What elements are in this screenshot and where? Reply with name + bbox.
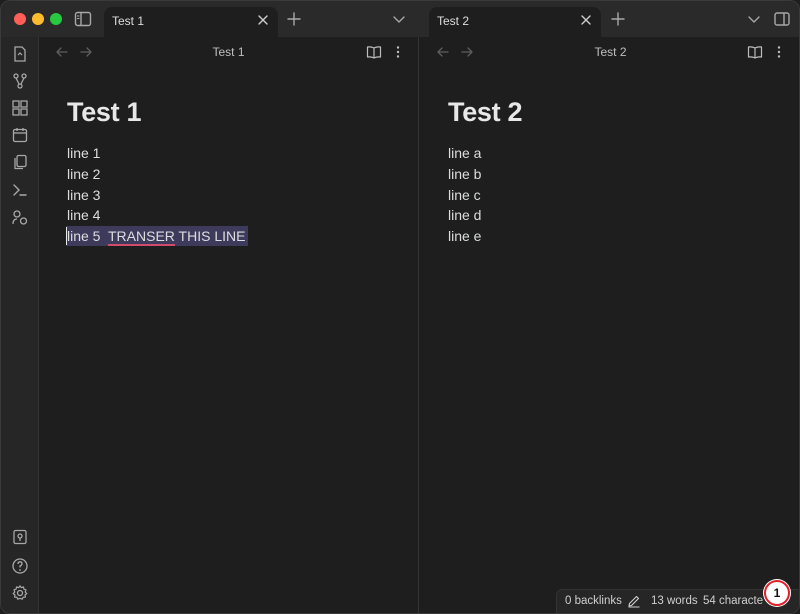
word-count: 13 words bbox=[651, 595, 698, 607]
tab-list-button[interactable] bbox=[745, 10, 763, 28]
backlinks-count[interactable]: 0 backlinks bbox=[565, 595, 622, 607]
text-line[interactable]: line 1 bbox=[67, 143, 100, 163]
selected-text-suffix: THIS LINE bbox=[174, 228, 246, 244]
right-sidebar-toggle[interactable] bbox=[773, 10, 791, 28]
chevron-down-icon bbox=[393, 16, 405, 23]
app-window: Test 1 Test 2 Test 1 Test 1 line 1 line … bbox=[0, 0, 800, 614]
tab-label: Test 2 bbox=[437, 14, 470, 28]
copy-icon[interactable] bbox=[11, 153, 29, 171]
settings-icon[interactable] bbox=[11, 584, 29, 602]
chevron-down-icon bbox=[748, 16, 760, 23]
pencil-icon[interactable] bbox=[627, 594, 641, 608]
close-icon[interactable] bbox=[256, 13, 270, 27]
plus-icon bbox=[611, 12, 625, 26]
selected-text-line[interactable]: line 5 TRANSER THIS LINE bbox=[66, 226, 249, 246]
canvas-icon[interactable] bbox=[11, 99, 29, 117]
book-icon[interactable] bbox=[747, 44, 763, 60]
text-line[interactable]: line 4 bbox=[67, 205, 100, 225]
misspelled-word[interactable]: TRANSER bbox=[108, 228, 175, 246]
text-line[interactable]: line e bbox=[448, 226, 481, 246]
close-window-button[interactable] bbox=[14, 13, 26, 25]
selected-text-prefix: line 5 bbox=[67, 228, 108, 244]
new-tab-button[interactable] bbox=[285, 10, 303, 28]
right-sidebar-icon bbox=[774, 12, 790, 26]
tab-test-2[interactable]: Test 2 bbox=[429, 7, 601, 37]
document-title[interactable]: Test 1 bbox=[67, 97, 142, 128]
plus-icon bbox=[287, 12, 301, 26]
step-badge: 1 bbox=[764, 580, 790, 606]
pane-header: Test 2 bbox=[420, 37, 799, 67]
vault-icon[interactable] bbox=[11, 528, 29, 546]
pane-title[interactable]: Test 1 bbox=[39, 45, 418, 59]
text-cursor bbox=[66, 227, 67, 245]
graph-icon[interactable] bbox=[11, 72, 29, 90]
close-icon[interactable] bbox=[579, 13, 593, 27]
pane-header: Test 1 bbox=[39, 37, 418, 67]
files-icon[interactable] bbox=[11, 45, 29, 63]
sidebar-toggle-icon[interactable] bbox=[74, 11, 92, 27]
pane-title[interactable]: Test 2 bbox=[420, 45, 799, 59]
editor-pane-right: Test 2 Test 2 line a line b line c line … bbox=[420, 37, 799, 613]
minimize-window-button[interactable] bbox=[32, 13, 44, 25]
text-line[interactable]: line d bbox=[448, 205, 481, 225]
more-icon[interactable] bbox=[390, 44, 406, 60]
left-ribbon bbox=[1, 37, 39, 613]
editor-pane-left: Test 1 Test 1 line 1 line 2 line 3 line … bbox=[39, 37, 419, 613]
tab-label: Test 1 bbox=[112, 14, 145, 28]
character-count: 54 characte bbox=[703, 595, 764, 607]
people-icon[interactable] bbox=[11, 209, 29, 227]
terminal-icon[interactable] bbox=[11, 181, 29, 199]
more-icon[interactable] bbox=[771, 44, 787, 60]
title-bar: Test 1 Test 2 bbox=[1, 1, 799, 37]
book-icon[interactable] bbox=[366, 44, 382, 60]
text-line[interactable]: line a bbox=[448, 143, 481, 163]
document-title[interactable]: Test 2 bbox=[448, 97, 523, 128]
tab-list-button[interactable] bbox=[390, 10, 408, 28]
zoom-window-button[interactable] bbox=[50, 13, 62, 25]
status-bar: 0 backlinks 13 words 54 characte bbox=[556, 589, 799, 613]
new-tab-button[interactable] bbox=[609, 10, 627, 28]
text-line[interactable]: line 2 bbox=[67, 164, 100, 184]
text-line[interactable]: line c bbox=[448, 185, 481, 205]
help-icon[interactable] bbox=[11, 557, 29, 575]
text-line[interactable]: line 3 bbox=[67, 185, 100, 205]
tab-test-1[interactable]: Test 1 bbox=[104, 7, 278, 37]
calendar-icon[interactable] bbox=[11, 126, 29, 144]
text-line[interactable]: line b bbox=[448, 164, 481, 184]
